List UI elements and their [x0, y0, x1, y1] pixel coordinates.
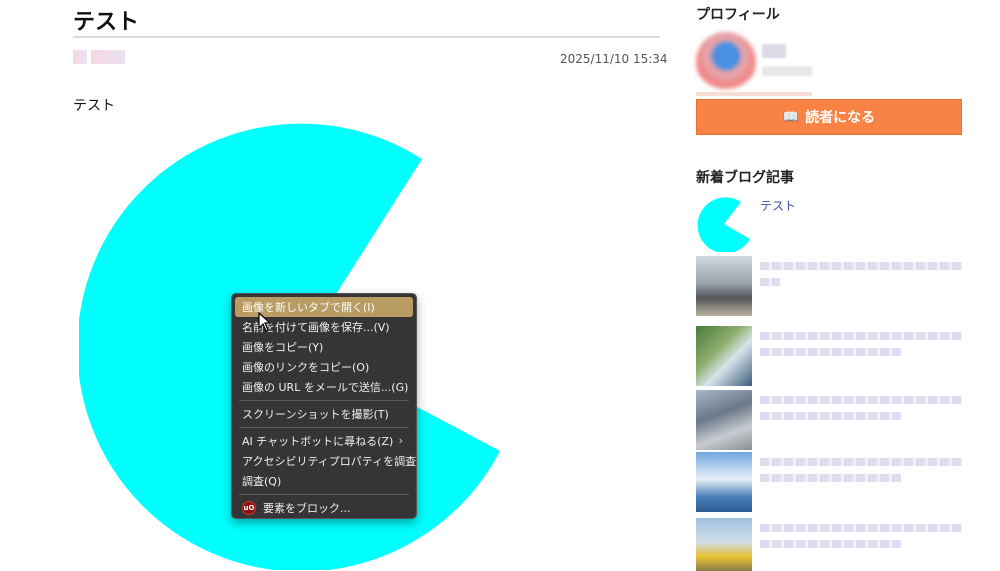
profile-name-blurred[interactable]	[762, 44, 786, 58]
recent-post-item[interactable]	[696, 390, 962, 452]
avatar[interactable]	[696, 32, 756, 92]
menu-email-image-url[interactable]: 画像の URL をメールで送信...(G)	[235, 377, 413, 397]
menu-take-screenshot[interactable]: スクリーンショットを撮影(T)	[235, 404, 413, 424]
recent-post-thumbnail[interactable]	[696, 256, 752, 316]
profile-id-blurred	[762, 66, 812, 76]
menu-copy-image-link[interactable]: 画像のリンクをコピー(O)	[235, 357, 413, 377]
mouse-cursor-icon	[258, 312, 272, 332]
book-icon: 📖	[782, 109, 800, 125]
menu-separator	[239, 400, 409, 401]
recent-post-thumbnail[interactable]	[696, 390, 752, 450]
menu-copy-image[interactable]: 画像をコピー(Y)	[235, 337, 413, 357]
menu-ask-ai-chatbot-label: AI チャットボットに尋ねる(Z)	[242, 435, 394, 448]
menu-inspect[interactable]: 調査(Q)	[235, 471, 413, 491]
author-info-blurred[interactable]	[73, 50, 129, 64]
subscribe-button[interactable]: 📖 読者になる	[696, 99, 962, 135]
menu-ask-ai-chatbot[interactable]: AI チャットボットに尋ねる(Z) ›	[235, 431, 413, 451]
recent-post-title-blurred[interactable]	[760, 332, 962, 364]
menu-block-element[interactable]: uO 要素をブロック...	[235, 498, 413, 518]
recent-post-title-blurred[interactable]	[760, 396, 962, 428]
recent-post-item[interactable]	[696, 326, 962, 388]
recent-post-link[interactable]: テスト	[760, 197, 796, 214]
recent-post-thumbnail[interactable]	[696, 196, 752, 252]
recent-posts-heading: 新着ブログ記事	[696, 170, 794, 186]
recent-post-item[interactable]	[696, 452, 962, 514]
recent-post-thumbnail[interactable]	[696, 452, 752, 512]
recent-post-item[interactable]	[696, 256, 962, 318]
title-divider	[73, 36, 660, 38]
recent-post-title-blurred[interactable]	[760, 458, 962, 490]
ublock-icon: uO	[242, 501, 256, 515]
recent-post-title-blurred[interactable]	[760, 524, 962, 556]
chevron-right-icon: ›	[398, 434, 403, 447]
article-body: テスト	[73, 98, 115, 114]
recent-post-item[interactable]	[696, 518, 962, 571]
profile-heading: プロフィール	[696, 7, 780, 23]
post-timestamp[interactable]: 2025/11/10 15:34	[560, 52, 668, 66]
menu-separator	[239, 427, 409, 428]
article-title: テスト	[73, 10, 140, 35]
menu-block-element-label: 要素をブロック...	[263, 502, 351, 515]
menu-inspect-accessibility[interactable]: アクセシビリティプロパティを調査	[235, 451, 416, 471]
subscribe-label: 読者になる	[805, 110, 876, 126]
recent-post-title-blurred[interactable]	[760, 262, 962, 294]
recent-post-thumbnail[interactable]	[696, 326, 752, 386]
profile-line-blurred	[696, 92, 812, 96]
menu-separator	[239, 494, 409, 495]
recent-post-thumbnail[interactable]	[696, 518, 752, 571]
